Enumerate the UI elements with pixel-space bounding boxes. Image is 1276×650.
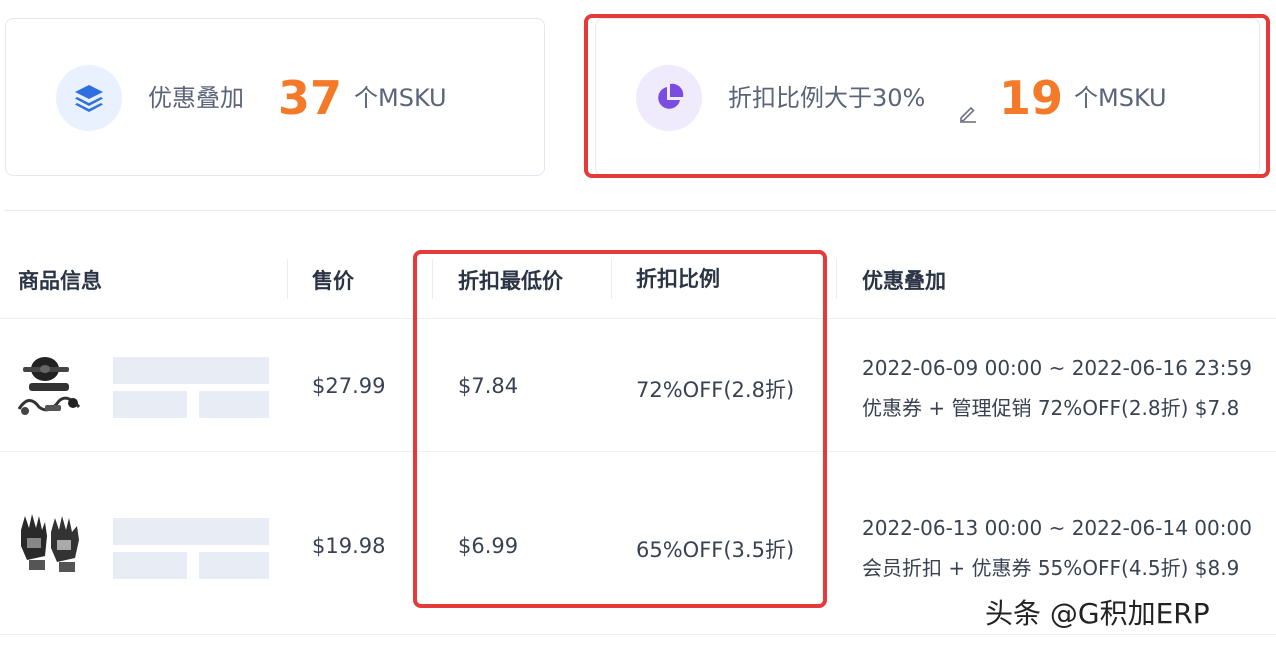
product-title-placeholder [113,518,269,545]
min-price-value: $7.84 [458,374,519,398]
table-row[interactable]: $27.99 $7.84 72%OFF(2.8折) 2022-06-09 00:… [0,319,1276,452]
summary-card-discount[interactable]: 折扣比例大于30% 19 个MSKU [595,18,1260,176]
discount-ratio-value: 65%OFF(3.5折) [636,538,795,562]
promo-date-range: 2022-06-13 00:00 ~ 2022-06-14 00:00 [862,516,1252,540]
stack-unit: 个MSKU [354,84,447,112]
stack-label: 优惠叠加 [148,84,244,112]
header-separator[interactable] [432,259,433,299]
min-price-value: $6.99 [458,534,519,558]
header-product-info: 商品信息 [18,269,102,293]
product-thumbnail-ab-roller[interactable] [15,353,87,425]
summary-card-stack[interactable]: 优惠叠加 37 个MSKU [5,18,545,176]
discount-label: 折扣比例大于30% [728,84,926,112]
promo-date-range: 2022-06-09 00:00 ~ 2022-06-16 23:59 [862,356,1252,380]
price-value: $27.99 [312,374,386,398]
product-thumbnail-gloves[interactable] [15,510,87,582]
header-separator[interactable] [611,259,612,299]
product-sku-placeholder [113,552,187,579]
header-promo-stack: 优惠叠加 [862,269,946,293]
pie-chart-icon [636,65,702,131]
header-price: 售价 [312,269,354,293]
promo-description: 优惠券 + 管理促销 72%OFF(2.8折) $7.8 [862,396,1240,420]
product-asin-placeholder [199,552,269,579]
price-value: $19.98 [312,534,386,558]
header-separator[interactable] [287,259,288,299]
header-separator[interactable] [836,259,837,299]
table-header: 商品信息 售价 折扣最低价 折扣比例 优惠叠加 [0,211,1276,319]
product-asin-placeholder [199,391,269,418]
discount-ratio-value: 72%OFF(2.8折) [636,378,795,402]
msku-table: 商品信息 售价 折扣最低价 折扣比例 优惠叠加 $27.99 $7.84 72%… [0,211,1276,635]
promo-description: 会员折扣 + 优惠券 55%OFF(4.5折) $8.9 [862,556,1240,580]
header-discount-ratio: 折扣比例 [636,267,720,291]
product-title-placeholder [113,357,269,384]
watermark: 头条 @G积加ERP [985,597,1210,630]
product-sku-placeholder [113,391,187,418]
header-min-price: 折扣最低价 [458,269,563,293]
discount-unit: 个MSKU [1074,84,1167,112]
discount-count[interactable]: 19 [999,71,1063,125]
stack-count[interactable]: 37 [278,71,342,125]
pencil-icon[interactable] [958,103,978,127]
layers-icon [56,65,122,131]
